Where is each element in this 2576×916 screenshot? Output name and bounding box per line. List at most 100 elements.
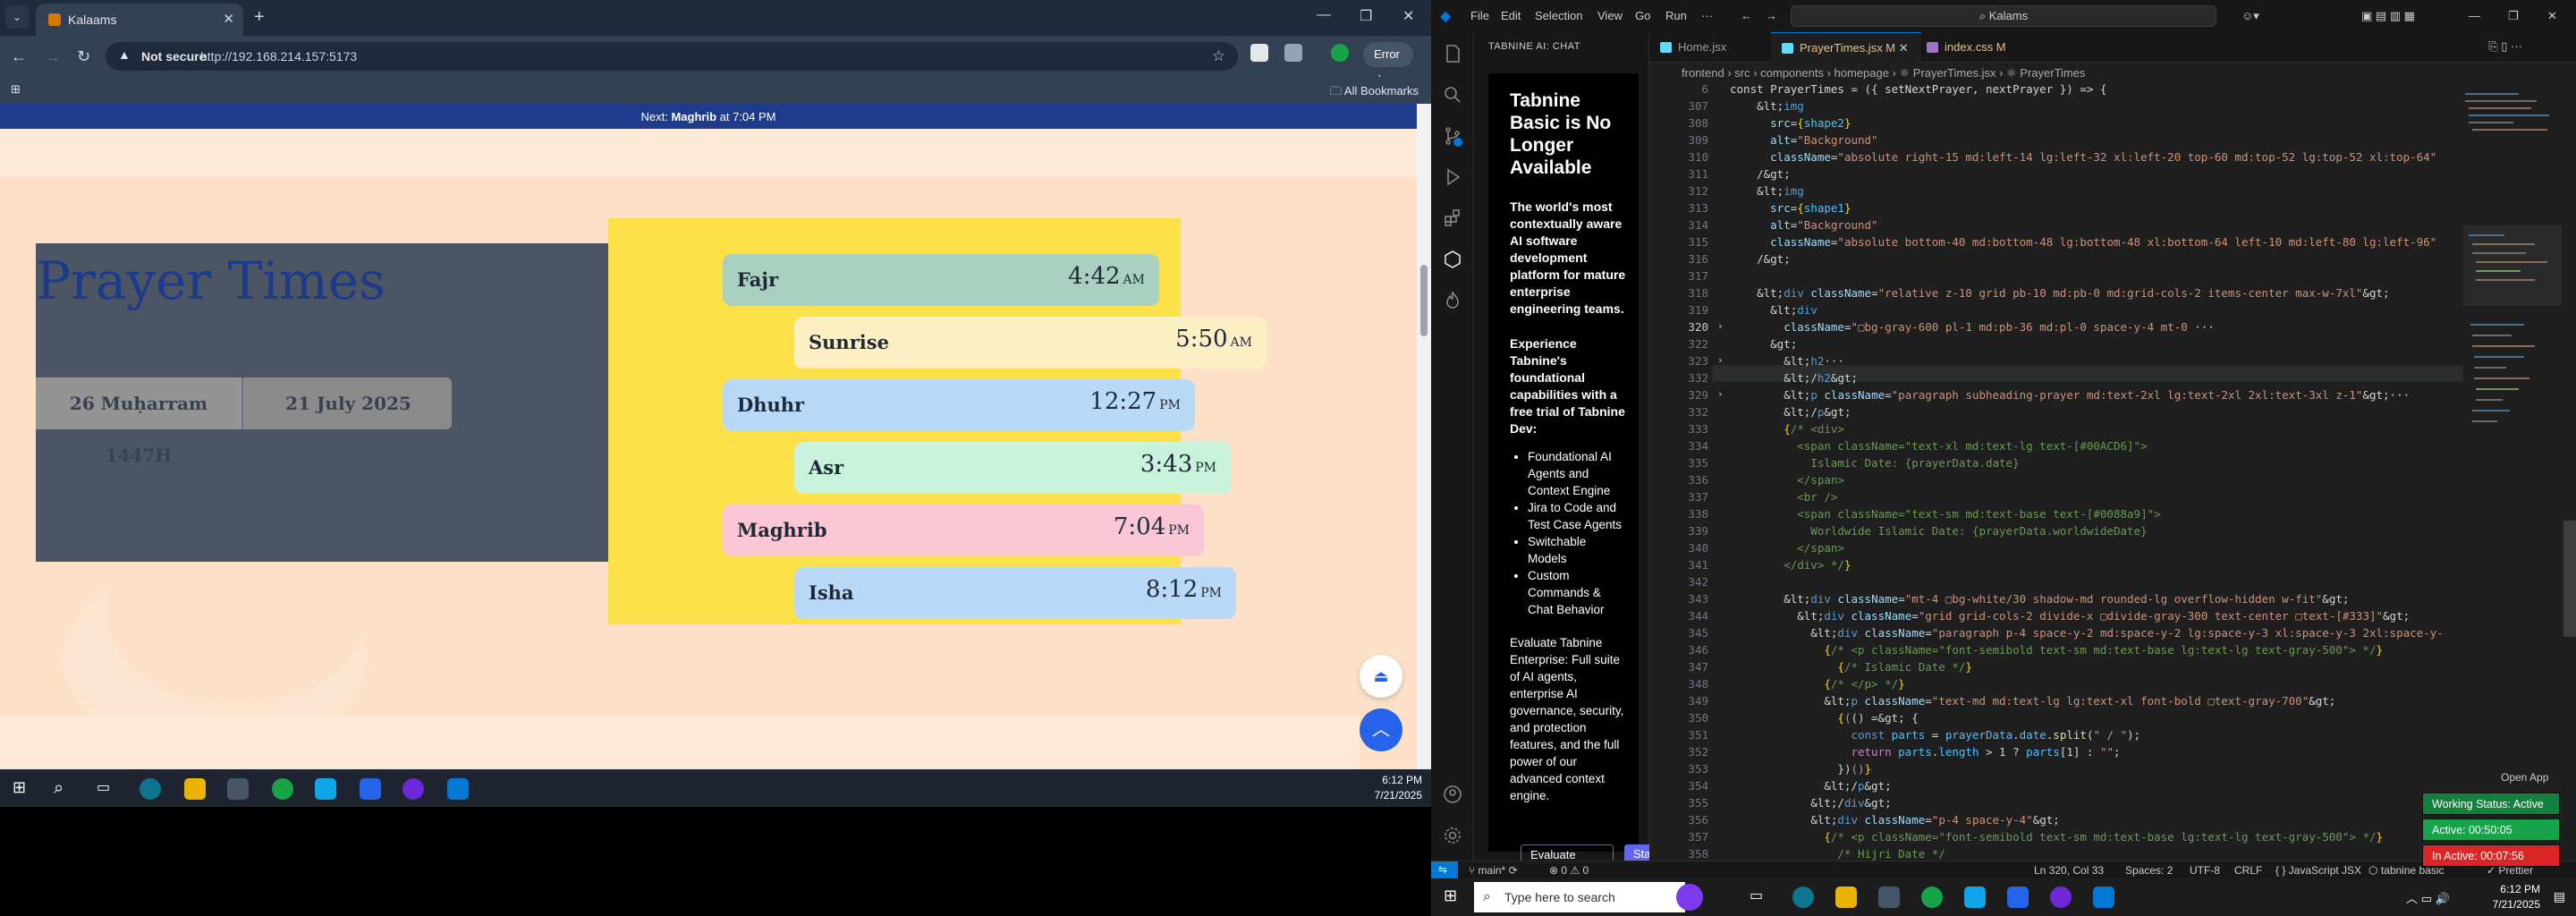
editor-scrollbar[interactable] [2563,82,2576,861]
search-icon[interactable]: ⌕ [54,778,75,800]
qibla-button[interactable]: ⏏ [1360,655,1402,698]
close-window-icon[interactable]: ✕ [1402,7,1414,25]
scroll-top-button[interactable]: ︿ [1360,708,1402,751]
line-endings[interactable]: CRLF [2234,864,2262,877]
edge-icon[interactable] [140,778,161,800]
run-debug-icon[interactable] [1442,166,1463,188]
close-tab-icon[interactable]: ✕ [223,11,234,27]
cursor-position[interactable]: Ln 320, Col 33 [2034,864,2104,877]
menu-selection[interactable]: Selection [1535,9,1582,22]
line-number: 335 [1688,456,1708,470]
browser-tab[interactable]: Kalaams ✕ [36,4,243,36]
store-icon[interactable] [227,778,249,800]
tab-prayertimes-jsx[interactable]: PrayerTimes.jsx M ✕ [1771,32,1921,63]
minimize-icon[interactable]: — [2469,9,2480,22]
error-button[interactable]: Error ⋮ [1363,42,1413,86]
task-view-icon[interactable]: ▭ [1750,886,1771,908]
notification-icon[interactable]: ▤ [2554,889,2565,904]
search-icon[interactable] [1442,84,1463,106]
reload-icon[interactable]: ↻ [77,47,90,66]
gear-icon[interactable] [1442,825,1463,846]
problems-indicator[interactable]: ⊗ 0 ⚠ 0 [1549,864,1589,877]
taskbar-search[interactable]: ⌕ Type here to search [1474,882,1685,912]
layout-icon[interactable]: ▣ ▤ ▥ ▦ [2361,9,2415,23]
page-scrollbar[interactable] [1417,104,1431,769]
menu-go[interactable]: Go [1635,9,1650,22]
vpn-icon[interactable] [1964,886,1986,908]
address-bar[interactable]: ▲ Not secure http://192.168.214.157:5173… [106,42,1238,71]
tab-search-icon[interactable]: ⌄ [5,5,29,29]
menu-file[interactable]: File [1470,9,1489,22]
minimize-icon[interactable]: — [1317,7,1331,23]
nav-forward-icon[interactable]: → [1766,9,1777,22]
split-editor-icon[interactable]: ⎘ ▯ ··· [2488,39,2522,54]
open-app-link[interactable]: Open App [2501,771,2548,784]
vpn-icon[interactable] [315,778,336,800]
account-icon[interactable] [1442,784,1463,805]
code-line: <span className="text-xl md:text-lg text… [1730,439,2148,453]
flame-icon[interactable] [1442,290,1463,311]
fold-chevron-icon[interactable]: › [1717,388,1724,400]
tray-icons[interactable]: ︿ ▭ 🔊 [2406,889,2450,906]
restore-icon[interactable]: ❐ [1360,7,1372,25]
forward-icon[interactable]: → [45,47,61,66]
warning-icon[interactable]: ▲ [118,47,131,62]
minimap[interactable] [2463,82,2562,861]
file-explorer-icon[interactable] [184,778,206,800]
breadcrumb[interactable]: frontend › src › components › homepage ›… [1682,66,2085,81]
task-view-icon[interactable]: ▭ [97,778,118,800]
remote-icon[interactable]: ⇋ [1431,861,1458,878]
zoom-icon[interactable] [2007,886,2029,908]
github-icon[interactable] [2050,886,2072,908]
tab-index-css[interactable]: index.css M [1916,32,2019,63]
explorer-icon[interactable] [1442,43,1463,64]
menu-more[interactable]: ··· [1701,9,1713,22]
menu-run[interactable]: Run [1665,9,1687,22]
new-tab-button[interactable]: + [254,7,265,28]
profile-avatar[interactable] [1331,44,1349,62]
command-center-search[interactable]: ⌕ Kalams [1791,5,2216,27]
back-icon[interactable]: ← [11,47,27,66]
scrollbar-thumb[interactable] [1420,265,1428,336]
tabnine-icon[interactable] [1442,249,1463,270]
store-icon[interactable] [1878,886,1900,908]
fold-chevron-icon[interactable]: › [1717,354,1724,366]
indentation[interactable]: Spaces: 2 [2125,864,2173,877]
menu-view[interactable]: View [1597,9,1623,22]
bookmark-star-icon[interactable]: ☆ [1212,47,1225,65]
edge-icon[interactable] [1792,886,1814,908]
page-viewport: Next: Maghrib at 7:04 PM Prayer Times 26… [0,104,1417,769]
zoom-icon[interactable] [360,778,381,800]
restore-icon[interactable]: ❐ [2508,9,2519,23]
scrollbar-thumb[interactable] [2563,521,2576,637]
language-mode[interactable]: { } JavaScript JSX [2275,864,2361,877]
tab-home-jsx[interactable]: Home.jsx [1649,32,1739,63]
editor-area: Home.jsx PrayerTimes.jsx M ✕ index.css M… [1649,32,2576,861]
close-icon[interactable]: ✕ [2547,9,2557,23]
apps-grid-icon[interactable]: ⊞ [11,82,21,97]
vscode-icon[interactable] [2093,886,2114,908]
copilot-icon[interactable] [1676,884,1703,911]
branch-indicator[interactable]: ⑂ main* ⟳ [1469,864,1518,877]
file-explorer-icon[interactable] [1835,886,1857,908]
line-number: 6 [1701,82,1708,96]
encoding[interactable]: UTF-8 [2190,864,2220,877]
all-bookmarks-link[interactable]: 🗀 All Bookmarks [1330,83,1419,103]
close-tab-icon[interactable]: ✕ [1899,41,1909,55]
nav-back-icon[interactable]: ← [1741,9,1752,22]
fold-chevron-icon[interactable]: › [1717,320,1724,332]
vscode-icon[interactable] [447,778,469,800]
chrome-icon[interactable] [272,778,293,800]
extension-icon[interactable] [1250,44,1268,62]
copilot-icon[interactable]: ☺▾ [2241,9,2259,23]
chrome-icon[interactable] [1921,886,1943,908]
code-editor[interactable]: 6 const PrayerTimes = ({ setNextPrayer, … [1649,82,2445,861]
source-control-icon[interactable] [1442,125,1463,147]
puzzle-icon[interactable] [1284,44,1302,62]
windows-start-icon[interactable]: ⊞ [1444,886,1465,908]
url-text[interactable]: http://192.168.214.157:5173 [200,49,357,64]
windows-start-icon[interactable]: ⊞ [13,778,34,800]
extensions-icon[interactable] [1442,208,1463,229]
menu-edit[interactable]: Edit [1501,9,1521,22]
github-icon[interactable] [402,778,424,800]
